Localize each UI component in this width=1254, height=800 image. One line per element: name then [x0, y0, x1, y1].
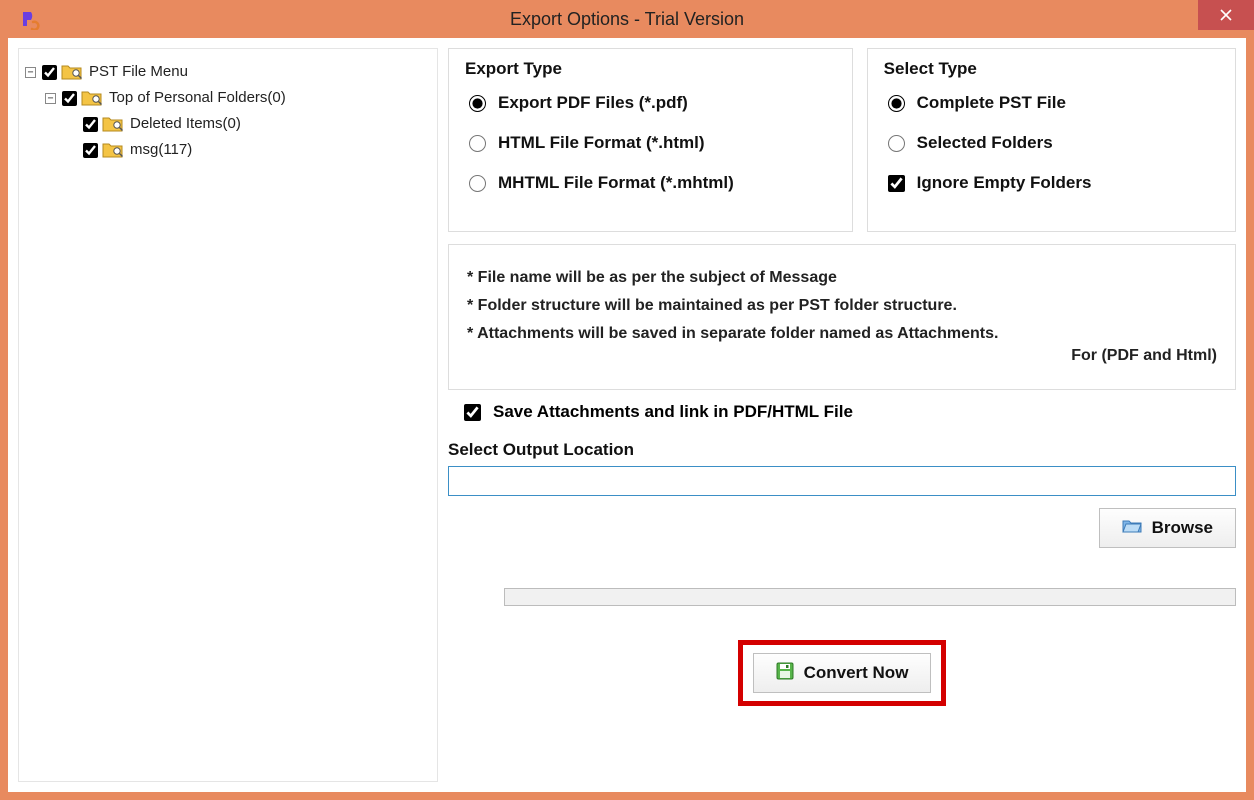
expand-toggle[interactable]: − — [45, 93, 56, 104]
radio-export-pdf[interactable]: Export PDF Files (*.pdf) — [465, 93, 836, 113]
note-line: * Attachments will be saved in separate … — [467, 325, 1217, 343]
radio-label: Selected Folders — [917, 133, 1053, 153]
tree-label: Deleted Items(0) — [130, 111, 241, 137]
tree-checkbox[interactable] — [62, 91, 77, 106]
convert-now-button[interactable]: Convert Now — [753, 653, 932, 693]
tree-checkbox[interactable] — [83, 143, 98, 158]
check-save-attachments[interactable]: Save Attachments and link in PDF/HTML Fi… — [448, 402, 1236, 422]
titlebar: Export Options - Trial Version — [0, 0, 1254, 38]
select-type-group: Select Type Complete PST File Selected F… — [867, 48, 1236, 232]
output-section: Select Output Location Browse — [448, 440, 1236, 548]
output-location-label: Select Output Location — [448, 440, 1236, 460]
tree-row-top[interactable]: − Top of Personal Folders(0) — [25, 85, 431, 111]
tree-checkbox[interactable] — [83, 117, 98, 132]
check-ignore-empty[interactable]: Ignore Empty Folders — [884, 173, 1219, 193]
window-title: Export Options - Trial Version — [510, 9, 744, 30]
convert-row: Convert Now — [448, 640, 1236, 706]
convert-highlight: Convert Now — [738, 640, 947, 706]
folder-tree: − PST File Menu − Top of Personal Folder… — [25, 59, 431, 163]
radio-label: HTML File Format (*.html) — [498, 133, 705, 153]
folder-open-icon — [1122, 518, 1142, 539]
checkbox-label: Ignore Empty Folders — [917, 173, 1092, 193]
group-title: Export Type — [465, 59, 836, 79]
radio-export-html[interactable]: HTML File Format (*.html) — [465, 133, 836, 153]
folder-search-icon — [102, 141, 124, 159]
checkbox-label: Save Attachments and link in PDF/HTML Fi… — [493, 402, 853, 422]
note-line: * Folder structure will be maintained as… — [467, 297, 1217, 315]
folder-search-icon — [61, 63, 83, 81]
content-area: − PST File Menu − Top of Personal Folder… — [8, 38, 1246, 792]
note-line: * File name will be as per the subject o… — [467, 269, 1217, 287]
tree-row-deleted[interactable]: Deleted Items(0) — [25, 111, 431, 137]
folder-search-icon — [81, 89, 103, 107]
top-groups: Export Type Export PDF Files (*.pdf) HTM… — [448, 48, 1236, 232]
expand-toggle[interactable]: − — [25, 67, 36, 78]
tree-label: PST File Menu — [89, 59, 188, 85]
radio-export-mhtml[interactable]: MHTML File Format (*.mhtml) — [465, 173, 836, 193]
radio-input[interactable] — [469, 95, 486, 112]
window: Export Options - Trial Version − PST Fil… — [0, 0, 1254, 800]
checkbox-input[interactable] — [464, 404, 481, 421]
button-label: Browse — [1152, 518, 1213, 538]
radio-input[interactable] — [888, 95, 905, 112]
radio-label: MHTML File Format (*.mhtml) — [498, 173, 734, 193]
radio-input[interactable] — [469, 135, 486, 152]
browse-button[interactable]: Browse — [1099, 508, 1236, 548]
output-location-input[interactable] — [448, 466, 1236, 496]
tree-row-root[interactable]: − PST File Menu — [25, 59, 431, 85]
radio-input[interactable] — [888, 135, 905, 152]
note-line-sub: For (PDF and Html) — [467, 347, 1217, 365]
tree-label: Top of Personal Folders(0) — [109, 85, 286, 111]
folder-tree-panel: − PST File Menu − Top of Personal Folder… — [18, 48, 438, 782]
options-panel: Export Type Export PDF Files (*.pdf) HTM… — [448, 48, 1236, 782]
radio-complete-pst[interactable]: Complete PST File — [884, 93, 1219, 113]
app-icon — [18, 7, 42, 31]
tree-label: msg(117) — [130, 137, 192, 163]
checkbox-input[interactable] — [888, 175, 905, 192]
group-title: Select Type — [884, 59, 1219, 79]
folder-search-icon — [102, 115, 124, 133]
tree-row-msg[interactable]: msg(117) — [25, 137, 431, 163]
radio-label: Complete PST File — [917, 93, 1066, 113]
notes-box: * File name will be as per the subject o… — [448, 244, 1236, 390]
progress-bar — [504, 588, 1236, 606]
close-button[interactable] — [1198, 0, 1254, 30]
radio-label: Export PDF Files (*.pdf) — [498, 93, 688, 113]
save-disk-icon — [776, 662, 794, 685]
radio-input[interactable] — [469, 175, 486, 192]
close-icon — [1220, 9, 1232, 21]
export-type-group: Export Type Export PDF Files (*.pdf) HTM… — [448, 48, 853, 232]
button-label: Convert Now — [804, 663, 909, 683]
tree-checkbox[interactable] — [42, 65, 57, 80]
radio-selected-folders[interactable]: Selected Folders — [884, 133, 1219, 153]
